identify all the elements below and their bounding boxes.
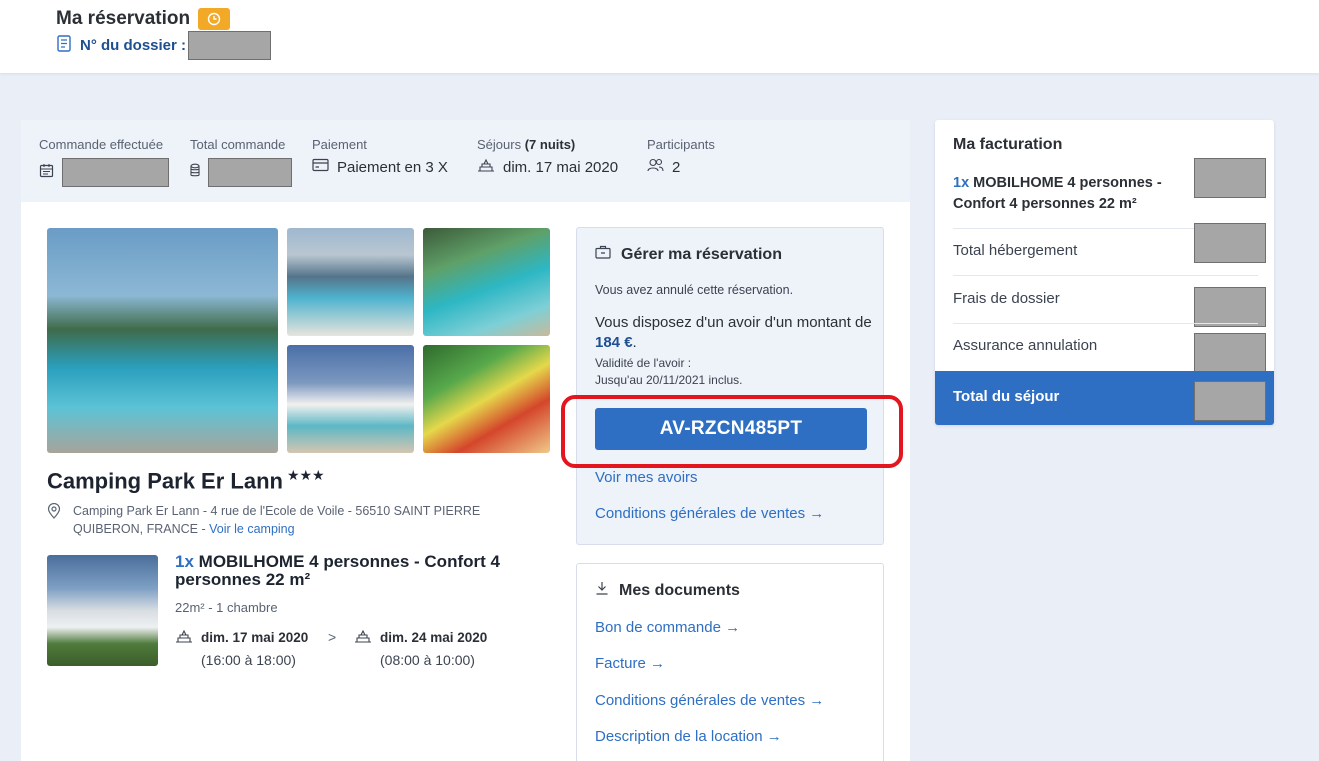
commande-redacted <box>62 158 169 187</box>
validity-date: Jusqu'au 20/11/2021 inclus. <box>595 373 743 387</box>
avoir-text: Vous disposez d'un avoir d'un montant de… <box>595 313 875 353</box>
order-summary: Commande effectuée Total commande Paieme… <box>21 120 910 202</box>
paiement-value: Paiement en 3 X <box>337 158 448 176</box>
mobilhome-photo[interactable] <box>47 555 158 666</box>
summary-total: Total commande <box>190 137 292 187</box>
arrival-date: dim. 17 mai 2020 <box>201 630 309 645</box>
validity-label: Validité de l'avoir : <box>595 356 692 370</box>
paiement-label: Paiement <box>312 137 367 152</box>
total-redacted <box>208 158 292 187</box>
dossier-redacted <box>188 31 272 60</box>
billing-title: Ma facturation <box>953 136 1063 153</box>
payment-card-icon <box>312 158 329 176</box>
check-out-icon <box>354 629 372 646</box>
page-header: Ma réservation N° du dossier : <box>0 0 1319 73</box>
avoir-text-main: Vous disposez d'un avoir d'un montant de <box>595 314 872 331</box>
camping-stars: ★★★ <box>286 467 325 483</box>
facture-link[interactable]: Facture → <box>595 655 665 672</box>
arrival-time: (16:00 à 18:00) <box>201 652 296 668</box>
avoir-validity: Validité de l'avoir : Jusqu'au 20/11/202… <box>595 355 743 389</box>
camping-name: Camping Park Er Lann ★★★ <box>47 467 325 494</box>
download-icon <box>595 581 609 600</box>
commande-label: Commande effectuée <box>39 137 164 152</box>
sejours-nights: (7 nuits) <box>524 137 576 152</box>
check-in-icon <box>175 629 193 646</box>
billing-item-qty: 1x <box>953 175 970 191</box>
billing-item: 1x MOBILHOME 4 personnes - Confort 4 per… <box>953 173 1183 215</box>
arrival-block: dim. 17 mai 2020 (16:00 à 18:00) <box>175 629 308 668</box>
camping-photo-5[interactable] <box>423 345 550 453</box>
manage-title-text: Gérer ma réservation <box>621 245 782 263</box>
camping-name-text: Camping Park Er Lann <box>47 468 283 494</box>
description-location-link[interactable]: Description de la location → <box>595 728 782 745</box>
total-sejour-label: Total du séjour <box>953 388 1060 405</box>
dossier-number: N° du dossier : <box>56 31 272 60</box>
documents-cgv-link[interactable]: Conditions générales de ventes → <box>595 692 824 709</box>
camping-photo-main[interactable] <box>47 228 278 453</box>
check-in-icon <box>477 158 495 176</box>
summary-paiement: Paiement Paiement en 3 X <box>312 137 448 176</box>
billing-card: Ma facturation 1x MOBILHOME 4 personnes … <box>935 120 1274 425</box>
camping-photo-3[interactable] <box>423 228 550 336</box>
calendar-icon <box>39 163 54 182</box>
total-hebergement-redacted <box>1194 223 1266 263</box>
manage-title: Gérer ma réservation <box>595 245 782 264</box>
page-title-text: Ma réservation <box>56 8 191 29</box>
documents-title-text: Mes documents <box>619 581 740 599</box>
file-icon <box>56 35 72 56</box>
bon-de-commande-link[interactable]: Bon de commande → <box>595 619 740 636</box>
frais-dossier-redacted <box>1194 287 1266 327</box>
documents-title: Mes documents <box>595 581 740 600</box>
avoir-text-end: . <box>632 334 637 351</box>
billing-item-price-redacted <box>1194 158 1266 198</box>
page-title: Ma réservation <box>56 8 231 30</box>
sejours-label-text: Séjours <box>477 137 522 152</box>
billing-divider <box>953 323 1258 324</box>
sejours-label: Séjours (7 nuits) <box>477 137 575 152</box>
coins-icon <box>190 163 204 182</box>
documents-panel: Mes documents Bon de commande → Facture … <box>576 563 884 761</box>
billing-item-text: MOBILHOME 4 personnes - Confort 4 person… <box>953 175 1162 212</box>
manage-reservation-panel: Gérer ma réservation Vous avez annulé ce… <box>576 227 884 545</box>
departure-date: dim. 24 mai 2020 <box>380 630 488 645</box>
unit-details: 22m² - 1 chambre <box>175 600 278 615</box>
avoir-code-highlight <box>561 395 903 468</box>
users-icon <box>647 158 664 176</box>
clock-icon <box>198 8 231 30</box>
participants-value: 2 <box>672 158 681 176</box>
camping-photo-4[interactable] <box>287 345 414 453</box>
unit-title-text: MOBILHOME 4 personnes - Confort 4 person… <box>175 552 500 589</box>
briefcase-icon <box>595 245 611 264</box>
unit-title: 1x MOBILHOME 4 personnes - Confort 4 per… <box>175 553 525 589</box>
participants-label: Participants <box>647 137 715 152</box>
voir-camping-link[interactable]: Voir le camping <box>209 522 294 536</box>
avoir-amount: 184 € <box>595 334 633 351</box>
camping-address: Camping Park Er Lann - 4 rue de l'Ecole … <box>47 502 527 538</box>
camping-photo-2[interactable] <box>287 228 414 336</box>
departure-block: dim. 24 mai 2020 (08:00 à 10:00) <box>354 629 487 668</box>
cancel-info: Vous avez annulé cette réservation. <box>595 283 794 297</box>
unit-qty: 1x <box>175 552 194 571</box>
summary-participants: Participants 2 <box>647 137 715 176</box>
departure-time: (08:00 à 10:00) <box>380 652 475 668</box>
total-sejour-redacted <box>1194 381 1266 421</box>
cgv-link[interactable]: Conditions générales de ventes → <box>595 505 824 522</box>
date-separator: > <box>328 629 337 645</box>
summary-sejours: Séjours (7 nuits) dim. 17 mai 2020 <box>477 137 618 176</box>
voir-avoirs-link[interactable]: Voir mes avoirs <box>595 469 698 486</box>
sejours-value: dim. 17 mai 2020 <box>503 158 619 176</box>
billing-divider <box>953 275 1258 276</box>
total-label: Total commande <box>190 137 286 152</box>
reservation-card: Commande effectuée Total commande Paieme… <box>21 120 910 761</box>
assurance-annulation-redacted <box>1194 333 1266 373</box>
dossier-label: N° du dossier : <box>80 37 187 54</box>
location-pin-icon <box>47 502 61 524</box>
summary-commande: Commande effectuée <box>39 137 169 187</box>
